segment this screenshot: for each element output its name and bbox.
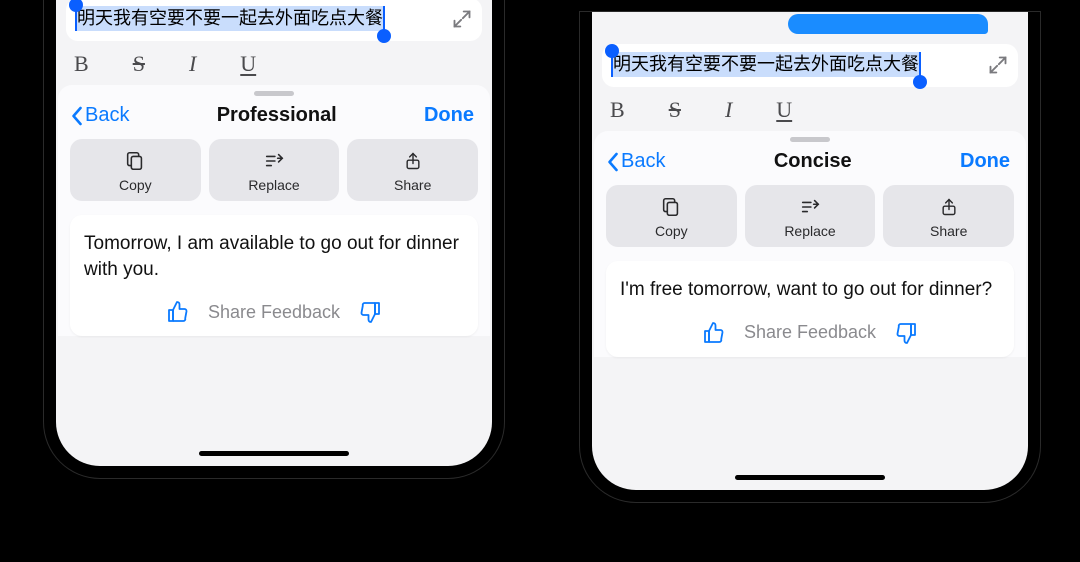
replace-icon	[209, 149, 340, 173]
copy-button[interactable]: Copy	[606, 185, 737, 247]
expand-icon[interactable]	[988, 55, 1008, 75]
sheet-header: Back Professional Done	[58, 98, 490, 137]
home-indicator[interactable]	[199, 451, 349, 456]
copy-icon	[606, 195, 737, 219]
done-button[interactable]: Done	[960, 150, 1010, 173]
done-button[interactable]: Done	[424, 104, 474, 127]
selected-text-content: 明天我有空要不要一起去外面吃点大餐	[613, 54, 919, 74]
share-button[interactable]: Share	[883, 185, 1014, 247]
feedback-label[interactable]: Share Feedback	[744, 322, 876, 343]
feedback-row: Share Feedback	[84, 300, 464, 324]
selected-text[interactable]: 明天我有空要不要一起去外面吃点大餐	[612, 52, 920, 77]
underline-button[interactable]: U	[240, 51, 256, 77]
share-button[interactable]: Share	[347, 139, 478, 201]
back-button[interactable]: Back	[606, 150, 665, 173]
italic-button[interactable]: I	[189, 51, 196, 77]
result-card: Tomorrow, I am available to go out for d…	[70, 215, 478, 336]
result-text: I'm free tomorrow, want to go out for di…	[620, 277, 1000, 303]
thumbs-up-icon[interactable]	[166, 300, 190, 324]
result-card: I'm free tomorrow, want to go out for di…	[606, 261, 1014, 357]
expand-icon[interactable]	[452, 9, 472, 29]
sheet-title: Professional	[217, 104, 337, 127]
format-bar: B S I U	[56, 41, 492, 85]
result-text: Tomorrow, I am available to go out for d…	[84, 231, 464, 282]
bold-button[interactable]: B	[74, 51, 89, 77]
copy-icon	[70, 149, 201, 173]
back-label: Back	[621, 150, 665, 173]
share-label: Share	[883, 223, 1014, 239]
message-bubble	[788, 14, 988, 34]
feedback-label[interactable]: Share Feedback	[208, 302, 340, 323]
copy-label: Copy	[70, 177, 201, 193]
copy-button[interactable]: Copy	[70, 139, 201, 201]
writing-tools-sheet: Back Professional Done Copy Replace	[58, 85, 490, 336]
writing-tools-sheet: Back Concise Done Copy Replace	[594, 131, 1026, 357]
back-button[interactable]: Back	[70, 104, 129, 127]
phone-concise: 明天我有空要不要一起去外面吃点大餐 B S I U Back Concise D…	[580, 12, 1040, 502]
replace-button[interactable]: Replace	[209, 139, 340, 201]
share-icon	[347, 149, 478, 173]
share-label: Share	[347, 177, 478, 193]
back-label: Back	[85, 104, 129, 127]
thumbs-up-icon[interactable]	[702, 321, 726, 345]
copy-label: Copy	[606, 223, 737, 239]
thumbs-down-icon[interactable]	[358, 300, 382, 324]
selected-text-content: 明天我有空要不要一起去外面吃点大餐	[77, 8, 383, 28]
chevron-left-icon	[606, 152, 619, 172]
sheet-grabber[interactable]	[790, 137, 830, 142]
italic-button[interactable]: I	[725, 97, 732, 123]
strike-button[interactable]: S	[669, 97, 681, 123]
chevron-left-icon	[70, 106, 83, 126]
compose-area: 明天我有空要不要一起去外面吃点大餐	[66, 0, 482, 41]
sheet-title: Concise	[774, 150, 852, 173]
selected-text[interactable]: 明天我有空要不要一起去外面吃点大餐	[76, 6, 384, 31]
replace-button[interactable]: Replace	[745, 185, 876, 247]
replace-label: Replace	[745, 223, 876, 239]
replace-icon	[745, 195, 876, 219]
action-row: Copy Replace Share	[594, 183, 1026, 261]
bold-button[interactable]: B	[610, 97, 625, 123]
sheet-header: Back Concise Done	[594, 144, 1026, 183]
share-icon	[883, 195, 1014, 219]
format-bar: B S I U	[592, 87, 1028, 131]
compose-area: 明天我有空要不要一起去外面吃点大餐	[602, 44, 1018, 87]
feedback-row: Share Feedback	[620, 321, 1000, 345]
underline-button[interactable]: U	[776, 97, 792, 123]
strike-button[interactable]: S	[133, 51, 145, 77]
thumbs-down-icon[interactable]	[894, 321, 918, 345]
action-row: Copy Replace Share	[58, 137, 490, 215]
sheet-grabber[interactable]	[254, 91, 294, 96]
home-indicator[interactable]	[735, 475, 885, 480]
replace-label: Replace	[209, 177, 340, 193]
phone-professional: 明天我有空要不要一起去外面吃点大餐 B S I U Back Professio…	[44, 0, 504, 478]
